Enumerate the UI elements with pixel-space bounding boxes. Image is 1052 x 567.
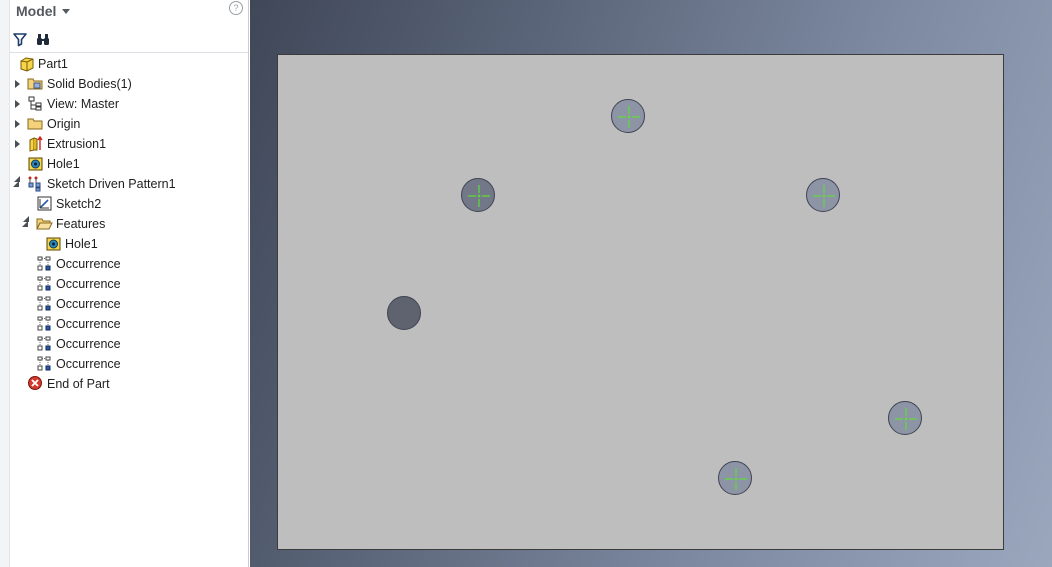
tree-item-label: Hole1	[65, 237, 98, 251]
folder-icon	[27, 118, 43, 130]
tree-item-label: Occurrence	[56, 297, 121, 311]
occurrence-icon	[37, 256, 51, 271]
tree-item[interactable]: Features	[9, 214, 248, 234]
center-mark-icon	[813, 185, 835, 207]
hole[interactable]	[387, 296, 421, 330]
tree-item[interactable]: Occurrence	[9, 334, 248, 354]
hole-feature-icon	[46, 237, 61, 251]
binoculars-icon[interactable]	[35, 31, 51, 47]
tree-item[interactable]: Occurrence	[9, 354, 248, 374]
pattern-hole[interactable]	[718, 461, 752, 495]
part-face[interactable]	[277, 54, 1004, 550]
tree-item-label: Occurrence	[56, 257, 121, 271]
tree-item[interactable]: Hole1	[9, 234, 248, 254]
pattern-hole[interactable]	[461, 178, 495, 212]
tree-item[interactable]: Occurrence	[9, 254, 248, 274]
sketch-pattern-icon	[28, 176, 41, 192]
tree-item[interactable]: View: Master	[9, 94, 248, 114]
browser-title[interactable]: Model	[16, 3, 56, 19]
pattern-hole[interactable]	[806, 178, 840, 212]
tree-item-label: Sketch Driven Pattern1	[47, 177, 176, 191]
part-icon	[20, 57, 34, 72]
tree-item[interactable]: Sketch Driven Pattern1	[9, 174, 248, 194]
tree-item-label: End of Part	[47, 377, 110, 391]
collapse-arrow-icon[interactable]	[22, 216, 29, 227]
expand-arrow-icon[interactable]	[15, 80, 20, 88]
pattern-hole[interactable]	[611, 99, 645, 133]
tree-item-label: Hole1	[47, 157, 80, 171]
end-of-part-icon	[28, 376, 42, 390]
occurrence-icon	[37, 276, 51, 291]
tree-item-label: Features	[56, 217, 106, 231]
tree-item-label: Occurrence	[56, 277, 121, 291]
occurrence-icon	[37, 296, 51, 311]
browser-toolbar	[9, 28, 248, 53]
tree-item[interactable]: Occurrence	[9, 294, 248, 314]
occurrence-icon	[37, 356, 51, 371]
center-mark-icon	[618, 106, 640, 128]
help-icon[interactable]: ?	[229, 1, 243, 15]
tree-item[interactable]: Hole1	[9, 154, 248, 174]
view-rep-icon	[28, 96, 42, 111]
pattern-hole[interactable]	[888, 401, 922, 435]
hole-feature-icon	[28, 157, 43, 171]
browser-header: Model	[9, 0, 248, 26]
tree-item-label: Occurrence	[56, 337, 121, 351]
sketch-icon	[37, 196, 52, 211]
expand-arrow-icon[interactable]	[15, 100, 20, 108]
tree-item-label: Sketch2	[56, 197, 102, 211]
center-mark-icon	[468, 185, 490, 207]
tree-item-label: Solid Bodies(1)	[47, 77, 132, 91]
occurrence-icon	[37, 336, 51, 351]
tree-item[interactable]: Origin	[9, 114, 248, 134]
expand-arrow-icon[interactable]	[15, 140, 20, 148]
tree-item[interactable]: Occurrence	[9, 274, 248, 294]
tree-item[interactable]: Occurrence	[9, 314, 248, 334]
tree-item[interactable]: End of Part	[9, 374, 248, 394]
tree-item-label: Origin	[47, 117, 81, 131]
tree-item[interactable]: Extrusion1	[9, 134, 248, 154]
tree-item-label: Extrusion1	[47, 137, 107, 151]
tree-item-label: Occurrence	[56, 357, 121, 371]
collapse-arrow-icon[interactable]	[13, 176, 20, 187]
chevron-down-icon[interactable]	[62, 9, 70, 14]
center-mark-icon	[895, 408, 917, 430]
tree-item[interactable]: Part1	[9, 54, 248, 74]
filter-icon[interactable]	[12, 31, 28, 47]
expand-arrow-icon[interactable]	[15, 120, 20, 128]
occurrence-icon	[37, 316, 51, 331]
tree-item[interactable]: Sketch2	[9, 194, 248, 214]
folder-open-icon	[36, 218, 53, 230]
folder-solids-icon	[27, 78, 43, 90]
extrusion-icon	[29, 135, 43, 152]
tree-item-label: Occurrence	[56, 317, 121, 331]
model-browser: Model ? Part1 Solid Bodies(1) View: Master…	[0, 0, 249, 567]
tree-item-label: View: Master	[47, 97, 120, 111]
tree-item[interactable]: Solid Bodies(1)	[9, 74, 248, 94]
center-mark-icon	[725, 468, 747, 490]
graphics-window[interactable]	[250, 0, 1052, 567]
tree-item-label: Part1	[38, 57, 68, 71]
